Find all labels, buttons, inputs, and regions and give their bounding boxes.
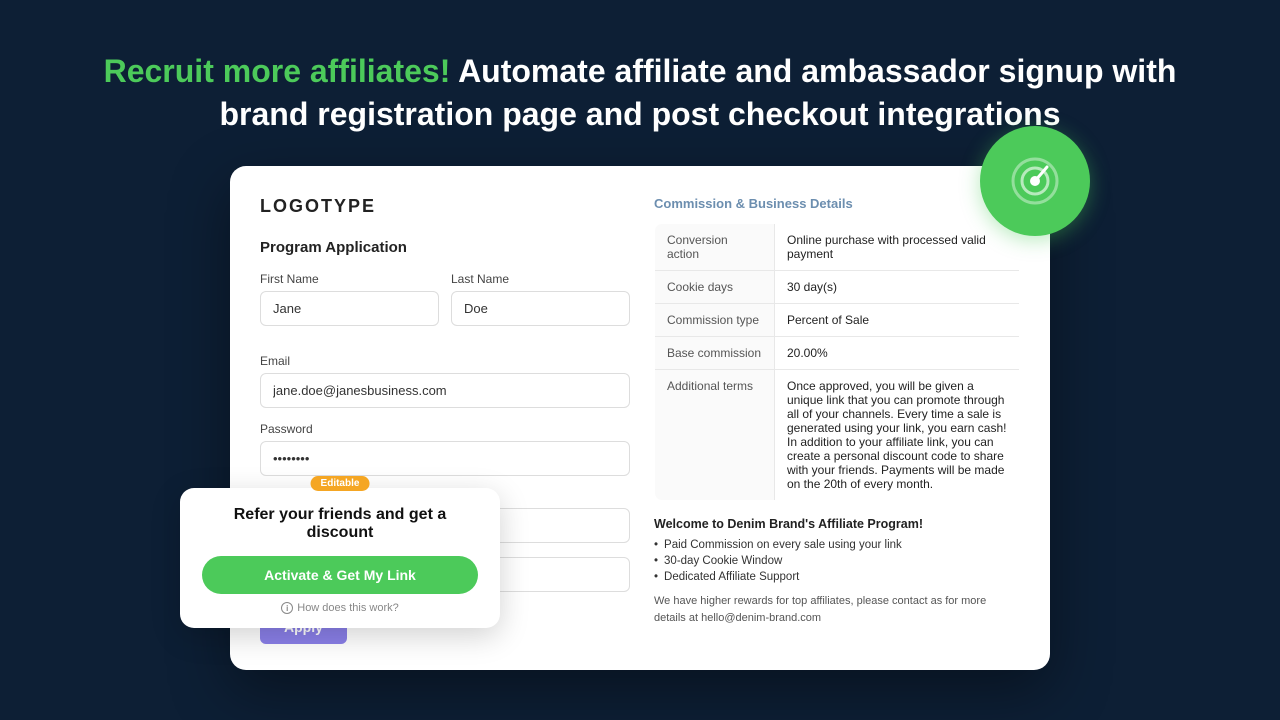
commission-row: Cookie days30 day(s)	[655, 271, 1020, 304]
headline: Recruit more affiliates! Automate affili…	[0, 50, 1280, 136]
first-name-group: First Name	[260, 272, 439, 326]
name-row: First Name Last Name	[260, 272, 630, 340]
email-label: Email	[260, 354, 630, 368]
main-card: LOGOTYPE Program Application First Name …	[230, 166, 1050, 670]
commission-value: Once approved, you will be given a uniqu…	[775, 370, 1020, 501]
commission-label: Additional terms	[655, 370, 775, 501]
commission-value: 20.00%	[775, 337, 1020, 370]
right-panel: Commission & Business Details Conversion…	[654, 196, 1020, 644]
first-name-label: First Name	[260, 272, 439, 286]
welcome-list-item: 30-day Cookie Window	[654, 555, 1020, 567]
welcome-footer: We have higher rewards for top affiliate…	[654, 593, 1020, 626]
commission-row: Commission typePercent of Sale	[655, 304, 1020, 337]
commission-value: Percent of Sale	[775, 304, 1020, 337]
welcome-list-item: Paid Commission on every sale using your…	[654, 539, 1020, 551]
password-label: Password	[260, 422, 630, 436]
email-input[interactable]	[260, 373, 630, 408]
welcome-section: Welcome to Denim Brand's Affiliate Progr…	[654, 517, 1020, 626]
commission-label: Base commission	[655, 337, 775, 370]
welcome-title: Welcome to Denim Brand's Affiliate Progr…	[654, 517, 1020, 531]
referral-popup: Editable Refer your friends and get a di…	[180, 488, 500, 628]
activate-get-my-link-button[interactable]: Activate & Get My Link	[202, 556, 478, 594]
password-input[interactable]	[260, 441, 630, 476]
last-name-label: Last Name	[451, 272, 630, 286]
password-group: Password	[260, 422, 630, 476]
first-name-input[interactable]	[260, 291, 439, 326]
commission-row: Additional termsOnce approved, you will …	[655, 370, 1020, 501]
commission-label: Conversion action	[655, 224, 775, 271]
editable-badge: Editable	[311, 476, 370, 491]
welcome-list-item: Dedicated Affiliate Support	[654, 571, 1020, 583]
main-card-wrapper: LOGOTYPE Program Application First Name …	[230, 166, 1050, 670]
last-name-input[interactable]	[451, 291, 630, 326]
last-name-group: Last Name	[451, 272, 630, 326]
form-section-title: Program Application	[260, 239, 630, 256]
referral-title: Refer your friends and get a discount	[202, 506, 478, 542]
welcome-list: Paid Commission on every sale using your…	[654, 539, 1020, 583]
email-group: Email	[260, 354, 630, 408]
commission-row: Base commission20.00%	[655, 337, 1020, 370]
commission-value: Online purchase with processed valid pay…	[775, 224, 1020, 271]
commission-table: Conversion actionOnline purchase with pr…	[654, 223, 1020, 501]
headline-green: Recruit more affiliates!	[104, 53, 451, 89]
logotype: LOGOTYPE	[260, 196, 630, 217]
commission-value: 30 day(s)	[775, 271, 1020, 304]
radar-icon	[980, 126, 1090, 236]
info-icon: i	[281, 602, 293, 614]
referral-how: i How does this work?	[202, 602, 478, 614]
commission-row: Conversion actionOnline purchase with pr…	[655, 224, 1020, 271]
commission-label: Cookie days	[655, 271, 775, 304]
left-panel: LOGOTYPE Program Application First Name …	[260, 196, 630, 644]
commission-label: Commission type	[655, 304, 775, 337]
commission-title: Commission & Business Details	[654, 196, 1020, 211]
